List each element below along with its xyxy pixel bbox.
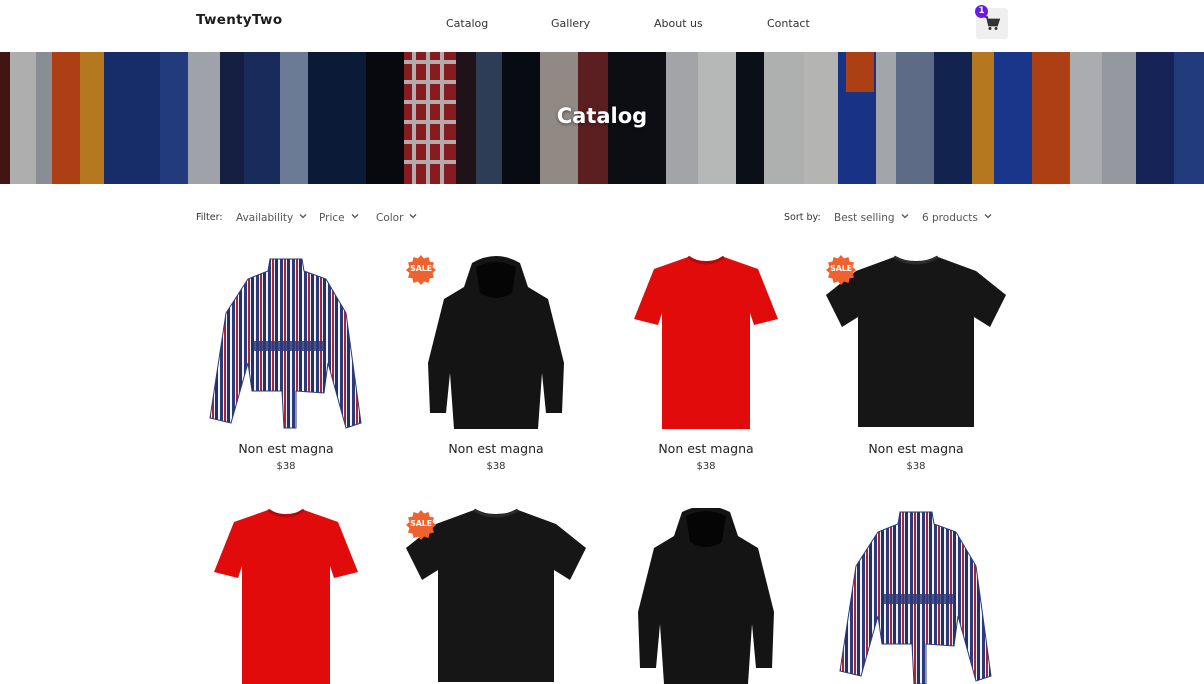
product-card[interactable]: Non est magna $38 xyxy=(196,253,376,472)
nav-catalog[interactable]: Catalog xyxy=(446,17,488,30)
page-title: Catalog xyxy=(556,104,648,128)
red-tshirt-image xyxy=(214,508,358,684)
chevron-down-icon xyxy=(299,214,307,219)
filter-availability-dropdown[interactable]: Availability xyxy=(236,212,307,224)
product-card[interactable]: SALE xyxy=(406,508,586,684)
product-image xyxy=(196,253,376,438)
filter-price-dropdown[interactable]: Price xyxy=(319,212,359,224)
product-count-value: 6 products xyxy=(922,212,978,224)
sort-dropdown[interactable]: Best selling xyxy=(834,212,909,224)
product-image: SALE xyxy=(406,508,586,684)
product-card[interactable] xyxy=(196,508,376,684)
nav-gallery[interactable]: Gallery xyxy=(551,17,590,30)
cart-icon xyxy=(984,16,1000,30)
product-card[interactable]: SALE Non est magna $38 xyxy=(406,253,586,472)
sort-value: Best selling xyxy=(834,212,895,224)
product-image: SALE xyxy=(826,253,1006,438)
nav-contact[interactable]: Contact xyxy=(767,17,810,30)
product-name[interactable]: Non est magna xyxy=(406,441,586,456)
sort-label: Sort by: xyxy=(784,212,821,223)
filter-color-label: Color xyxy=(376,212,404,224)
chevron-down-icon xyxy=(901,214,909,219)
product-count-dropdown[interactable]: 6 products xyxy=(922,212,992,224)
sale-badge-label: SALE xyxy=(830,264,852,273)
site-header: TwentyTwo Catalog Gallery About us Conta… xyxy=(0,0,1204,52)
filter-bar: Filter: Availability Price Color Sort by… xyxy=(0,205,1204,231)
cart-count-badge: 1 xyxy=(975,5,988,18)
product-name[interactable]: Non est magna xyxy=(826,441,1006,456)
sale-badge-label: SALE xyxy=(410,264,432,273)
striped-blouse-image xyxy=(209,258,362,429)
chevron-down-icon xyxy=(984,214,992,219)
chevron-down-icon xyxy=(409,214,417,219)
product-card[interactable] xyxy=(826,508,1006,684)
sale-badge: SALE xyxy=(826,255,856,285)
product-name[interactable]: Non est magna xyxy=(196,441,376,456)
nav-about-us[interactable]: About us xyxy=(654,17,703,30)
product-card[interactable]: SALE Non est magna $38 xyxy=(826,253,1006,472)
product-card[interactable] xyxy=(616,506,796,684)
product-price: $38 xyxy=(276,461,296,472)
product-price: $38 xyxy=(696,461,716,472)
red-tshirt-image xyxy=(634,255,778,429)
product-image xyxy=(616,506,796,684)
filter-price-label: Price xyxy=(319,212,345,224)
sale-badge: SALE xyxy=(406,255,436,285)
product-price: $38 xyxy=(906,461,926,472)
product-image xyxy=(826,508,1006,684)
filter-availability-label: Availability xyxy=(236,212,294,224)
product-name[interactable]: Non est magna xyxy=(616,441,796,456)
cart-button[interactable]: 1 xyxy=(975,5,1008,39)
filter-color-dropdown[interactable]: Color xyxy=(376,212,417,224)
chevron-down-icon xyxy=(351,214,359,219)
filter-label: Filter: xyxy=(196,212,223,223)
product-image xyxy=(616,253,796,438)
product-price: $38 xyxy=(486,461,506,472)
black-hoodie-image xyxy=(638,506,774,684)
sale-badge-label: SALE xyxy=(410,519,432,528)
product-image xyxy=(196,508,376,684)
hero-banner: Catalog xyxy=(0,52,1204,184)
product-image: SALE xyxy=(406,253,586,438)
striped-blouse-image xyxy=(839,511,992,684)
brand-logo[interactable]: TwentyTwo xyxy=(196,12,282,28)
sale-badge: SALE xyxy=(406,510,436,540)
product-card[interactable]: Non est magna $38 xyxy=(616,253,796,472)
